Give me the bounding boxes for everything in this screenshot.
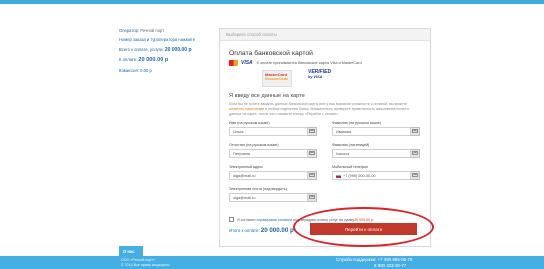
support-phone-2[interactable]: 8 800 333-30-77 [336, 263, 412, 269]
first-name-label: Имя (на русском языке) [229, 120, 270, 125]
latin-name-field: Фамилия (латиницей) Ivanova [332, 143, 420, 158]
operator-row: Оператор: Речной порт [119, 28, 211, 33]
visa-logo: VISA [241, 60, 253, 66]
mastercard-securecode-logo: MasterCard SecureCode [262, 70, 292, 87]
phone-field: Мобильный телефон +7 (999) 000-00-00 [332, 165, 420, 180]
keyboard-icon[interactable] [308, 126, 317, 136]
email-confirm-input[interactable]: olga@mail.ru [229, 192, 308, 202]
operator-label: Оператор: [119, 28, 140, 33]
footer [0, 256, 544, 269]
latin-name-input[interactable]: Ivanova [332, 148, 411, 158]
booking-link[interactable]: Номер заказа и туроператора нажмите [119, 37, 211, 42]
keyboard-icon[interactable] [411, 170, 420, 180]
order-total-row: Всего к оплате, услуги: 20 000.00 р [119, 47, 211, 53]
latin-name-label: Фамилия (латиницей) [332, 142, 370, 147]
last-name-input[interactable]: Иванова [332, 126, 411, 136]
pay-cash-link[interactable]: оплатить наличными [229, 107, 264, 111]
support-phone-1[interactable]: +7 495 995-06-78 [378, 257, 413, 262]
middle-name-field: Отчество (на русском языке) Петровна [229, 143, 317, 158]
phone-input[interactable]: +7 (999) 000-00-00 [332, 170, 411, 180]
footer-company: ООО «Речной порт» © 2014 Все права защищ… [121, 258, 170, 267]
commission-value: 0.00 р [140, 67, 152, 73]
panel-header: Выберите способ оплаты [220, 29, 430, 41]
mc-secure-line2: SecureCode [265, 76, 289, 82]
commission-row: Комиссия: 0.00 р [119, 68, 211, 73]
keyboard-icon[interactable] [411, 148, 420, 158]
operator-value: Речной порт [140, 28, 165, 33]
payer-form: Имя (на русском языке) Ольга Фамилия (на… [220, 121, 430, 213]
order-total-value: 20 000.00 р [164, 46, 192, 53]
email-input[interactable]: olga@mail.ru [229, 170, 308, 180]
email-confirm-label: Электронная почта (подтвердить) [229, 186, 287, 191]
keyboard-icon[interactable] [308, 192, 317, 202]
agree-text: Я согласен с [237, 217, 259, 222]
last-name-field: Фамилия (на русском языке) Иванова [332, 121, 420, 136]
middle-name-input[interactable]: Петровна [229, 148, 308, 158]
total-label: Итого к оплате: [229, 228, 260, 233]
page: Оператор: Речной порт Номер заказа и тур… [0, 4, 544, 269]
agree-checkbox[interactable] [229, 217, 234, 222]
total-row: Итого к оплате: 20 000.00 р [229, 227, 294, 234]
keyboard-icon[interactable] [308, 148, 317, 158]
email-field: Электронный адрес olga@mail.ru [229, 165, 317, 180]
cards-hint: К оплате принимаются банковские карты Vi… [256, 61, 362, 65]
form-title: Я введу все данные на карте [229, 93, 305, 99]
email-label: Электронный адрес [229, 164, 264, 169]
middle-name-label: Отчество (на русском языке) [229, 142, 279, 147]
proceed-to-payment-button[interactable]: Перейти к оплате [310, 223, 417, 235]
form-note: Если вы не хотите вводить данные банковс… [229, 102, 421, 117]
phone-label: Мобильный телефон [332, 164, 369, 169]
keyboard-icon[interactable] [411, 126, 420, 136]
payment-rules-link[interactable]: правилами оплаты [258, 218, 290, 222]
secure-logos: MasterCard SecureCode VERIFIED by VISA [220, 68, 430, 92]
email-confirm-field: Электронная почта (подтвердить) olga@mai… [229, 187, 317, 202]
to-pay-value: 20 000.00 р [138, 56, 169, 63]
commission-label: Комиссия: [119, 67, 139, 73]
russia-flag-icon [336, 173, 341, 178]
vbv-line2: by VISA [308, 75, 323, 80]
total-value: 20 000.00 р [260, 227, 294, 234]
form-note-a: Если вы не хотите вводить данные банковс… [229, 102, 407, 106]
footer-copyright: © 2014 Все права защищены [121, 262, 170, 267]
payment-title: Оплата банковской картой [229, 50, 313, 57]
phone-value: +7 (999) 000-00-00 [343, 173, 376, 178]
last-name-label: Фамилия (на русском языке) [332, 120, 382, 125]
to-pay-row: К оплате: 20 000.00 р [119, 57, 211, 64]
first-name-input[interactable]: Ольга [229, 126, 308, 136]
verified-by-visa-logo: VERIFIED by VISA [308, 69, 338, 87]
order-summary: Оператор: Речной порт Номер заказа и тур… [119, 28, 211, 77]
first-name-field: Имя (на русском языке) Ольга [229, 121, 317, 136]
mastercard-icon [229, 60, 238, 66]
order-total-label: Всего к оплате, услуги: [119, 46, 164, 52]
keyboard-icon[interactable] [308, 170, 317, 180]
cards-accepted: VISA К оплате принимаются банковские кар… [229, 60, 430, 66]
support-label: Служба поддержки: [336, 257, 377, 262]
to-pay-label: К оплате: [119, 56, 138, 62]
footer-contacts: Служба поддержки: +7 495 995-06-78 8 800… [336, 257, 412, 268]
footer-tab[interactable]: О нас [119, 246, 143, 256]
